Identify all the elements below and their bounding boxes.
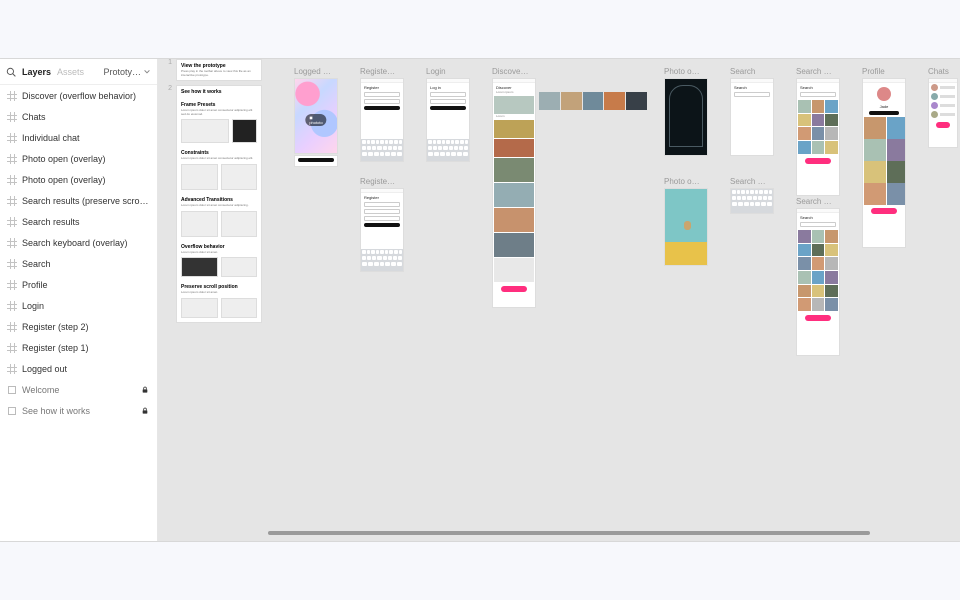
layer-row[interactable]: Register (step 1) <box>0 337 157 358</box>
brand-pill: ◼ phototo <box>305 114 326 126</box>
frame-login[interactable]: Login Log in <box>426 67 470 162</box>
layer-row[interactable]: Chats <box>0 106 157 127</box>
frame-icon <box>8 134 16 142</box>
layer-label: See how it works <box>22 406 135 416</box>
layer-label: Search results (preserve scroll po… <box>22 196 149 206</box>
frame-discover[interactable]: Discove… Discover Lorem ipsum Lorem <box>492 67 536 308</box>
layer-label: Profile <box>22 280 149 290</box>
layer-label: Photo open (overlay) <box>22 154 149 164</box>
frame-icon <box>8 281 16 289</box>
layer-row[interactable]: Register (step 2) <box>0 316 157 337</box>
frame-photo-1[interactable]: Photo o… <box>664 67 708 156</box>
layer-label: Register (step 2) <box>22 322 149 332</box>
frame-profile[interactable]: Profile Jade <box>862 67 906 248</box>
layer-label: Individual chat <box>22 133 149 143</box>
doc-step-1: 1 <box>166 59 172 66</box>
welcome-doc[interactable]: 1 View the prototype Press play in the t… <box>166 59 266 323</box>
layer-label: Register (step 1) <box>22 343 149 353</box>
doc-body-1: Press play in the toolbar above to view … <box>177 70 261 80</box>
layer-label: Search keyboard (overlay) <box>22 238 149 248</box>
panel-tabs: Layers Assets Prototy… <box>0 59 157 85</box>
frame-icon <box>8 302 16 310</box>
layer-label: Discover (overflow behavior) <box>22 91 149 101</box>
tab-assets[interactable]: Assets <box>57 67 84 77</box>
frame-icon <box>8 260 16 268</box>
frame-logged-out[interactable]: Logged … ◼ phototo <box>294 67 338 167</box>
lock-icon <box>141 386 149 394</box>
layer-row[interactable]: Individual chat <box>0 127 157 148</box>
layer-row[interactable]: Search <box>0 253 157 274</box>
layer-label: Photo open (overlay) <box>22 175 149 185</box>
profile-name: Jade <box>863 102 905 109</box>
frame-icon <box>8 344 16 352</box>
layer-label: Login <box>22 301 149 311</box>
frame-register-1[interactable]: Registe… Register <box>360 67 404 162</box>
frame-search-results-1[interactable]: Search … Search <box>796 67 840 196</box>
layer-label: Search results <box>22 217 149 227</box>
layer-row[interactable]: Search results <box>0 211 157 232</box>
lock-icon <box>141 407 149 415</box>
layer-row[interactable]: Search keyboard (overlay) <box>0 232 157 253</box>
frame-icon <box>8 176 16 184</box>
chevron-down-icon <box>143 68 151 76</box>
tab-prototype[interactable]: Prototy… <box>103 67 151 77</box>
layer-row[interactable]: Photo open (overlay) <box>0 169 157 190</box>
frame-icon <box>8 197 16 205</box>
frame-search-results-2[interactable]: Search … Search <box>796 197 840 356</box>
layer-label: Logged out <box>22 364 149 374</box>
frame-icon <box>8 218 16 226</box>
frame-search[interactable]: Search Search <box>730 67 774 156</box>
layer-row[interactable]: Login <box>0 295 157 316</box>
page-icon <box>8 386 16 394</box>
frame-icon <box>8 323 16 331</box>
app-window: Layers Assets Prototy… Discover (overflo… <box>0 58 960 542</box>
frame-icon <box>8 239 16 247</box>
layer-row[interactable]: Discover (overflow behavior) <box>0 85 157 106</box>
layer-row[interactable]: Search results (preserve scroll po… <box>0 190 157 211</box>
frame-register-2[interactable]: Registe… Register <box>360 177 404 272</box>
page-icon <box>8 407 16 415</box>
frame-photo-2[interactable]: Photo o… <box>664 177 708 266</box>
canvas[interactable]: 1 View the prototype Press play in the t… <box>158 59 960 541</box>
frame-icon <box>8 155 16 163</box>
doc-step-2: 2 <box>166 85 172 92</box>
layer-row[interactable]: Welcome <box>0 379 157 400</box>
layers-panel: Layers Assets Prototy… Discover (overflo… <box>0 59 158 541</box>
layer-label: Search <box>22 259 149 269</box>
frame-search-keyboard[interactable]: Search … <box>730 177 774 214</box>
layer-row[interactable]: Logged out <box>0 358 157 379</box>
layer-row[interactable]: See how it works <box>0 400 157 421</box>
frame-icon <box>8 92 16 100</box>
frame-icon <box>8 365 16 373</box>
frame-chats[interactable]: Chats <box>928 67 958 148</box>
layer-label: Welcome <box>22 385 135 395</box>
frame-icon <box>8 113 16 121</box>
layer-row[interactable]: Photo open (overlay) <box>0 148 157 169</box>
doc-heading-2: See how it works <box>177 86 261 96</box>
search-icon[interactable] <box>6 67 16 77</box>
tab-layers[interactable]: Layers <box>22 67 51 77</box>
layers-list: Discover (overflow behavior) Chats Individ… <box>0 85 157 541</box>
layer-label: Chats <box>22 112 149 122</box>
frame-discover-strip[interactable] <box>538 91 648 111</box>
layer-row[interactable]: Profile <box>0 274 157 295</box>
horizontal-scrollbar[interactable] <box>268 531 870 535</box>
